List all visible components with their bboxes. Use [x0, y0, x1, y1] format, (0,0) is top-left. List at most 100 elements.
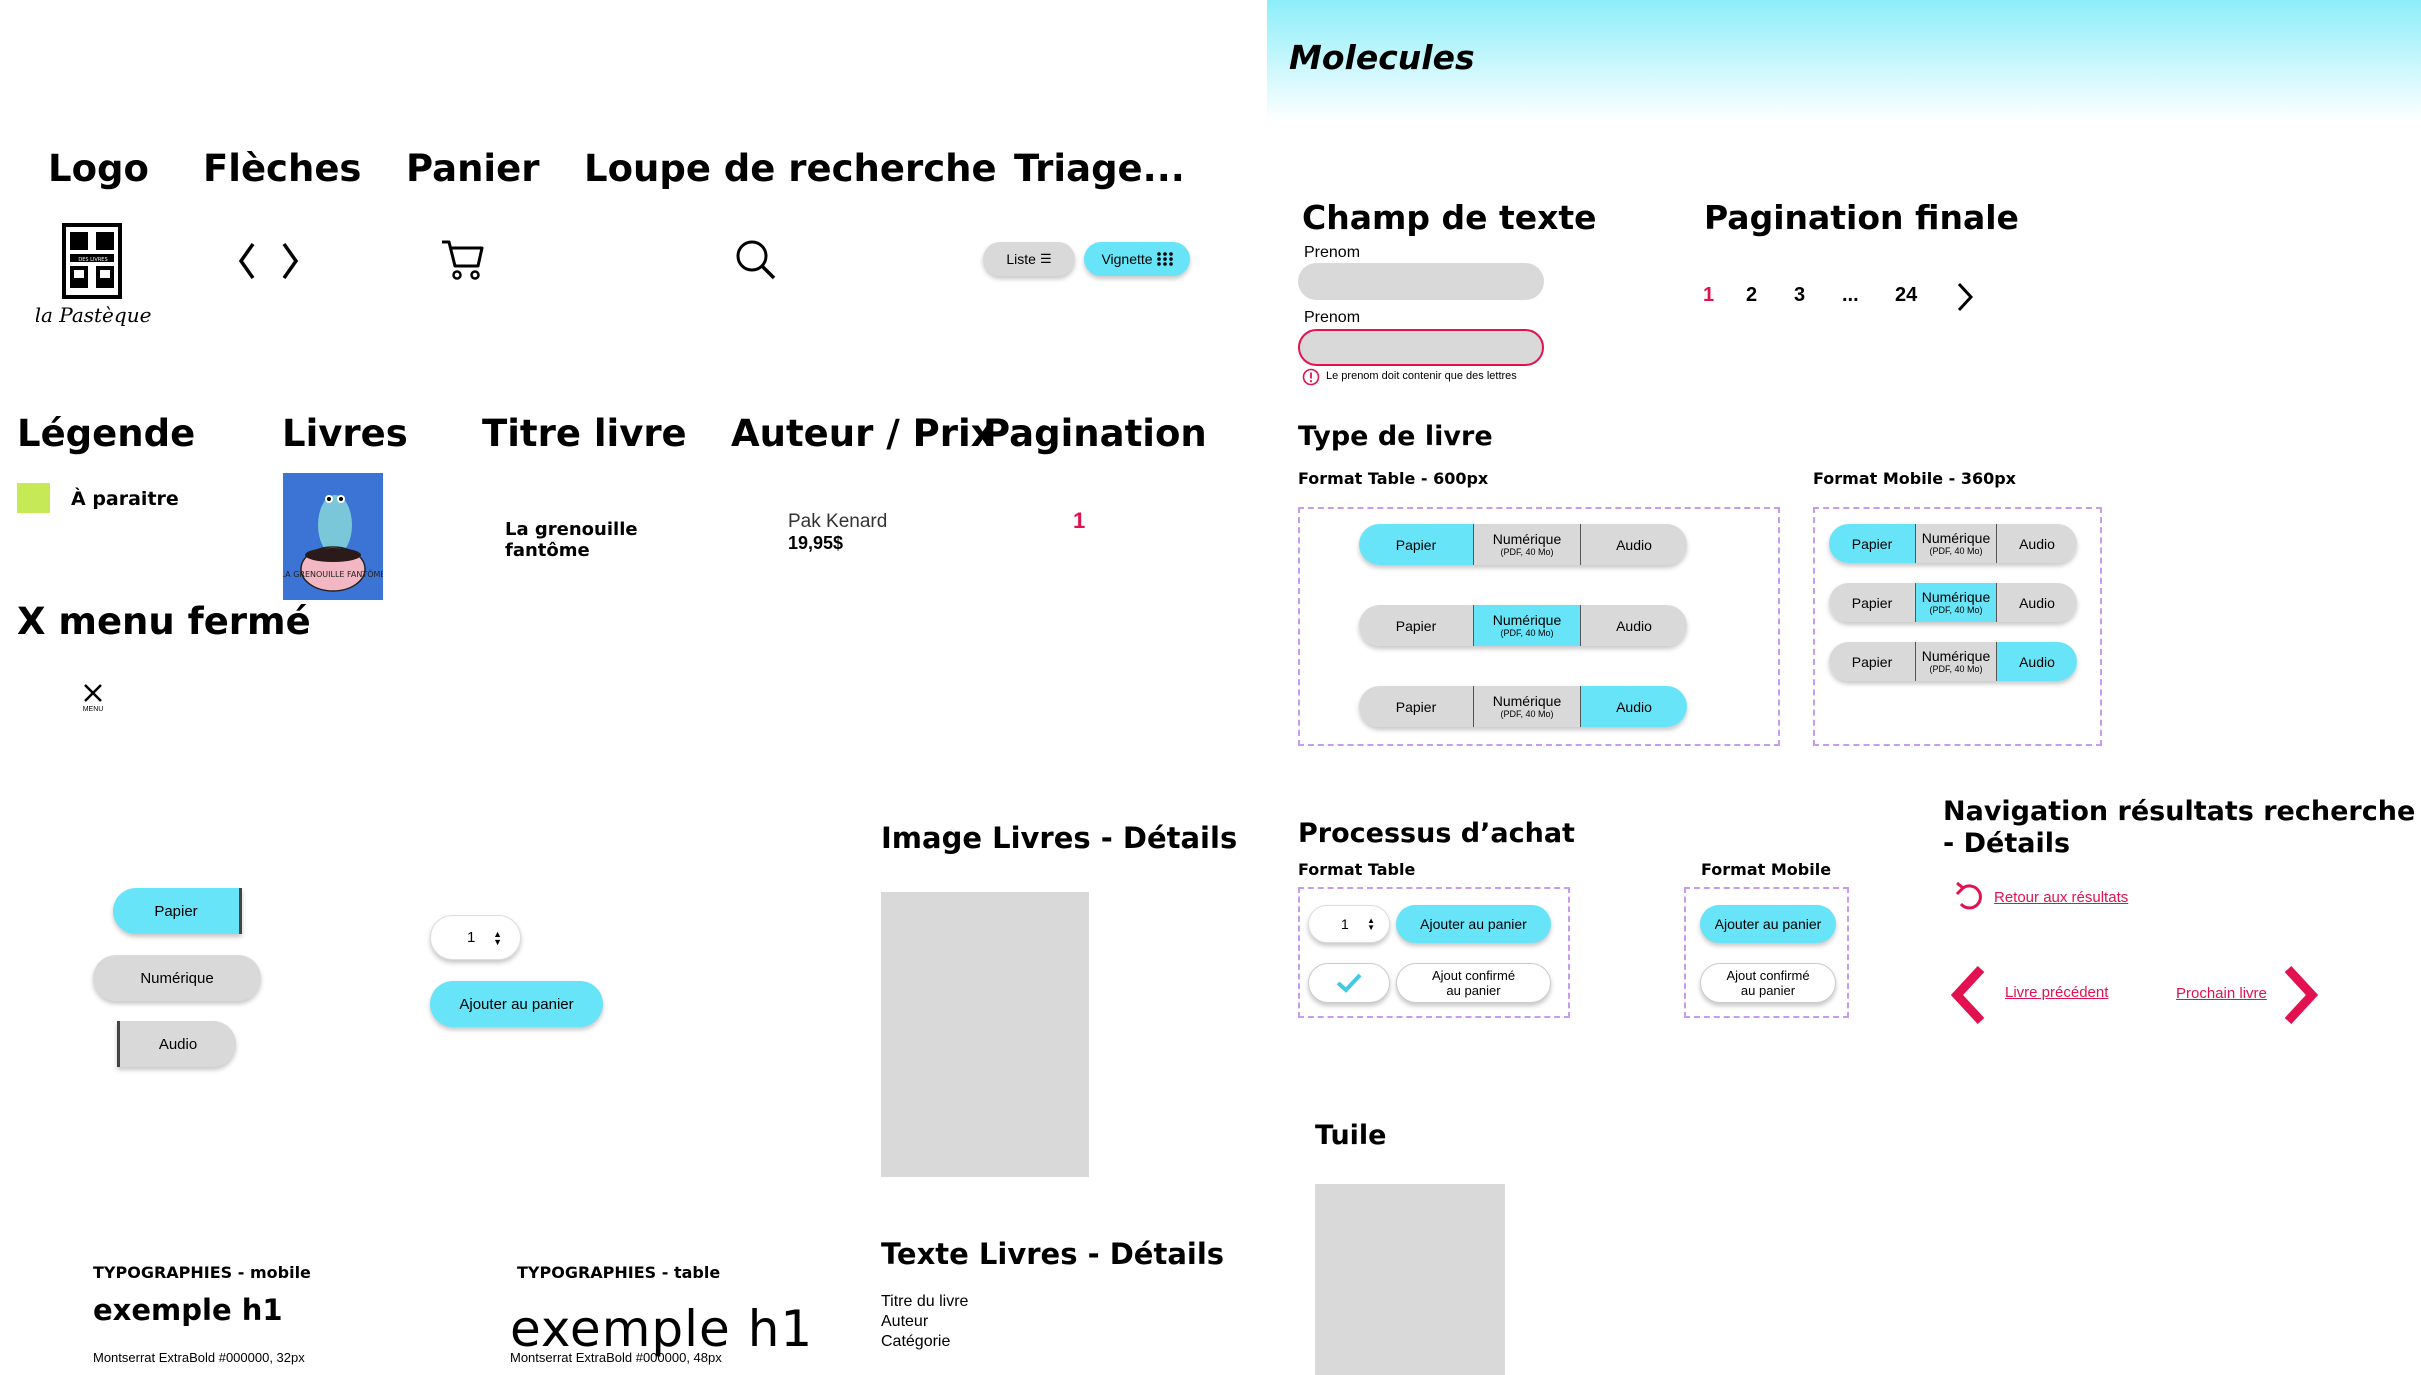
format-toggle-table-numerique[interactable]: Papier Numérique (PDF, 40 Mo) Audio: [1359, 605, 1687, 646]
format-toggle-table-audio[interactable]: Papier Numérique (PDF, 40 Mo) Audio: [1359, 686, 1687, 727]
seg-audio[interactable]: Audio: [1997, 583, 2077, 622]
next-page-icon[interactable]: [1954, 280, 1976, 314]
audio-button[interactable]: Audio: [117, 1021, 236, 1067]
text-field-label-1: Prenom: [1304, 244, 1361, 261]
pagination-current[interactable]: 1: [1073, 508, 1085, 534]
seg-numerique[interactable]: Numérique (PDF, 40 Mo): [1915, 524, 1997, 563]
seg-numerique[interactable]: Numérique (PDF, 40 Mo): [1473, 686, 1581, 727]
seg-audio[interactable]: Audio: [1581, 605, 1687, 646]
stepper-arrows-icon[interactable]: ▲ ▼: [493, 929, 502, 946]
legend-swatch: [17, 483, 50, 513]
arrows-icon[interactable]: [236, 238, 306, 284]
arrows-heading: Flèches: [203, 147, 362, 190]
seg-papier[interactable]: Papier: [1359, 524, 1473, 565]
purchase-mobile-confirmed-button: Ajout confirmé au panier: [1700, 963, 1836, 1003]
format-toggle-mobile-audio[interactable]: Papier Numérique (PDF, 40 Mo) Audio: [1829, 642, 2077, 681]
format-toggle-table-papier[interactable]: Papier Numérique (PDF, 40 Mo) Audio: [1359, 524, 1687, 565]
pagination-heading: Pagination: [983, 412, 1207, 455]
legend-heading: Légende: [17, 412, 196, 455]
page-3[interactable]: 3: [1794, 284, 1805, 307]
papier-button[interactable]: Papier: [113, 888, 242, 934]
tile-placeholder[interactable]: [1315, 1184, 1505, 1375]
sort-list-button[interactable]: Liste ☰: [983, 242, 1075, 276]
purchase-quantity-stepper[interactable]: 1 ▲ ▼: [1308, 905, 1390, 943]
book-type-mobile-label: Format Mobile - 360px: [1813, 469, 2016, 488]
page-24[interactable]: 24: [1895, 284, 1917, 307]
book-price: 19,95$: [788, 533, 844, 553]
pagination-final-heading: Pagination finale: [1704, 198, 2019, 237]
error-icon: [1302, 368, 1320, 386]
seg-numerique[interactable]: Numérique (PDF, 40 Mo): [1915, 583, 1997, 622]
add-to-cart-button[interactable]: Ajouter au panier: [430, 981, 603, 1027]
detail-category: Catégorie: [881, 1333, 951, 1350]
logo-heading: Logo: [48, 147, 149, 190]
search-icon[interactable]: [734, 238, 778, 282]
numerique-button[interactable]: Numérique: [93, 955, 261, 1001]
firstname-input-error[interactable]: [1298, 329, 1544, 366]
next-book-link[interactable]: Prochain livre: [2176, 985, 2267, 1002]
la-pasteque-logo: DES LIVRES la Pastèque: [35, 222, 151, 334]
detail-title: Titre du livre: [881, 1293, 969, 1310]
mobile-confirmed-line-1: Ajout confirmé: [1726, 968, 1810, 983]
purchase-add-button[interactable]: Ajouter au panier: [1396, 905, 1551, 943]
menu-button[interactable]: MENU: [78, 683, 108, 719]
back-arrow-icon[interactable]: [1953, 880, 1985, 912]
purchase-mobile-add-button[interactable]: Ajouter au panier: [1700, 905, 1836, 943]
seg-papier[interactable]: Papier: [1359, 686, 1473, 727]
add-to-cart-label: Ajouter au panier: [459, 995, 574, 1013]
sort-grid-button[interactable]: Vignette: [1084, 242, 1190, 276]
cart-icon[interactable]: [440, 238, 486, 282]
book-title[interactable]: La grenouille fantôme: [505, 519, 655, 561]
seg-numerique[interactable]: Numérique (PDF, 40 Mo): [1473, 524, 1581, 565]
next-book-icon[interactable]: [2280, 963, 2322, 1027]
logo-top-text: DES LIVRES: [78, 257, 107, 263]
book-cover-image[interactable]: LA GRENOUILLE FANTÔME: [283, 473, 383, 600]
previous-book-link[interactable]: Livre précédent: [2005, 984, 2108, 1001]
seg-papier[interactable]: Papier: [1829, 524, 1915, 563]
book-author: Pak Kenard: [788, 511, 888, 532]
typo-table-label: TYPOGRAPHIES - table: [517, 1263, 721, 1282]
menu-label: MENU: [82, 706, 104, 713]
audio-label: Audio: [158, 1035, 198, 1053]
sort-grid-label: Vignette: [1101, 251, 1153, 267]
book-type-table-label: Format Table - 600px: [1298, 469, 1489, 488]
text-field-heading: Champ de texte: [1302, 198, 1597, 237]
tile-heading: Tuile: [1315, 1120, 1387, 1151]
page-1[interactable]: 1: [1703, 284, 1714, 307]
previous-book-icon[interactable]: [1947, 963, 1989, 1027]
seg-audio[interactable]: Audio: [1581, 686, 1687, 727]
confirmed-line-2: au panier: [1446, 983, 1501, 998]
purchase-quantity-value: 1: [1341, 916, 1349, 932]
navigation-heading-1: Navigation résultats recherche: [1943, 796, 2416, 827]
text-field-label-2: Prenom: [1304, 309, 1361, 326]
format-toggle-mobile-numerique[interactable]: Papier Numérique (PDF, 40 Mo) Audio: [1829, 583, 2077, 622]
seg-papier[interactable]: Papier: [1829, 642, 1915, 681]
purchase-add-label: Ajouter au panier: [1420, 916, 1527, 932]
seg-audio[interactable]: Audio: [1581, 524, 1687, 565]
quantity-value: 1: [467, 929, 476, 946]
purchase-mobile-label: Format Mobile: [1701, 860, 1832, 879]
firstname-input[interactable]: [1298, 263, 1544, 300]
search-heading: Loupe de recherche: [584, 147, 997, 190]
back-to-results-link[interactable]: Retour aux résultats: [1994, 889, 2128, 906]
sort-heading: Triage...: [1014, 147, 1185, 190]
typo-mobile-example: exemple h1: [93, 1293, 283, 1327]
seg-audio[interactable]: Audio: [1997, 642, 2077, 681]
typo-mobile-label: TYPOGRAPHIES - mobile: [93, 1263, 311, 1282]
page-2[interactable]: 2: [1746, 284, 1757, 307]
detail-author: Auteur: [881, 1313, 929, 1330]
purchase-confirmed-button: Ajout confirmé au panier: [1396, 963, 1551, 1003]
seg-papier[interactable]: Papier: [1829, 583, 1915, 622]
quantity-stepper[interactable]: 1 ▲ ▼: [430, 915, 521, 960]
stepper-arrows-icon[interactable]: ▲ ▼: [1367, 917, 1375, 932]
seg-numerique[interactable]: Numérique (PDF, 40 Mo): [1473, 605, 1581, 646]
book-title-heading: Titre livre: [482, 412, 687, 455]
logo-script-text: la Pastèque: [36, 303, 151, 327]
seg-audio[interactable]: Audio: [1997, 524, 2077, 563]
format-toggle-mobile-papier[interactable]: Papier Numérique (PDF, 40 Mo) Audio: [1829, 524, 2077, 563]
text-details-lines: Titre du livre Auteur Catégorie: [881, 1292, 968, 1352]
seg-numerique[interactable]: Numérique (PDF, 40 Mo): [1915, 642, 1997, 681]
seg-papier[interactable]: Papier: [1359, 605, 1473, 646]
close-icon: [84, 684, 102, 702]
book-cover-text: LA GRENOUILLE FANTÔME: [283, 568, 383, 579]
